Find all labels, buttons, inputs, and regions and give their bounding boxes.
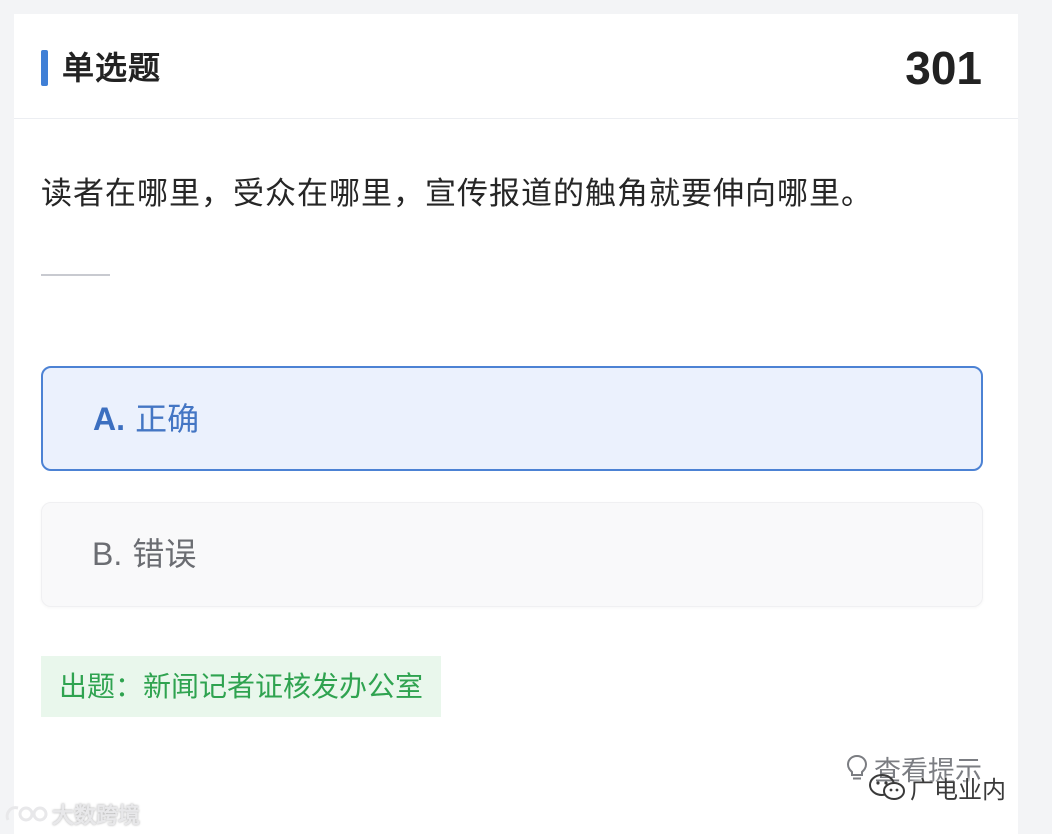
watermark-right-text: 广电业内 (910, 776, 1006, 804)
option-a[interactable]: A. 正确 (41, 366, 983, 471)
lightbulb-icon (846, 754, 868, 780)
watermark-left-text: 大数跨境 (52, 804, 141, 829)
question-card: 单选题 301 读者在哪里，受众在哪里，宣传报道的触角就要伸向哪里。 A. 正确… (14, 14, 1018, 834)
question-text: 读者在哪里，受众在哪里，宣传报道的触角就要伸向哪里。 (41, 176, 873, 212)
option-a-label: A. 正确 (93, 396, 199, 442)
option-b-letter: B. (92, 536, 123, 572)
option-b-label: B. 错误 (92, 531, 196, 577)
question-type-label: 单选题 (62, 49, 162, 87)
option-b-text: 错误 (132, 535, 197, 573)
answer-blank-line (41, 274, 110, 276)
watermark-left: 大数跨境 (4, 798, 140, 830)
wechat-icon (869, 773, 905, 800)
question-number: 301 (905, 42, 982, 94)
option-a-letter: A. (93, 401, 125, 437)
source-tag: 出题：新闻记者证核发办公室 (41, 656, 442, 717)
accent-bar (41, 50, 48, 86)
question-header: 单选题 301 (14, 14, 1018, 119)
watermark-logo-icon (5, 806, 48, 822)
option-b[interactable]: B. 错误 (41, 502, 983, 607)
watermark-right: 广电业内 (868, 770, 1006, 805)
option-a-text: 正确 (135, 400, 200, 438)
